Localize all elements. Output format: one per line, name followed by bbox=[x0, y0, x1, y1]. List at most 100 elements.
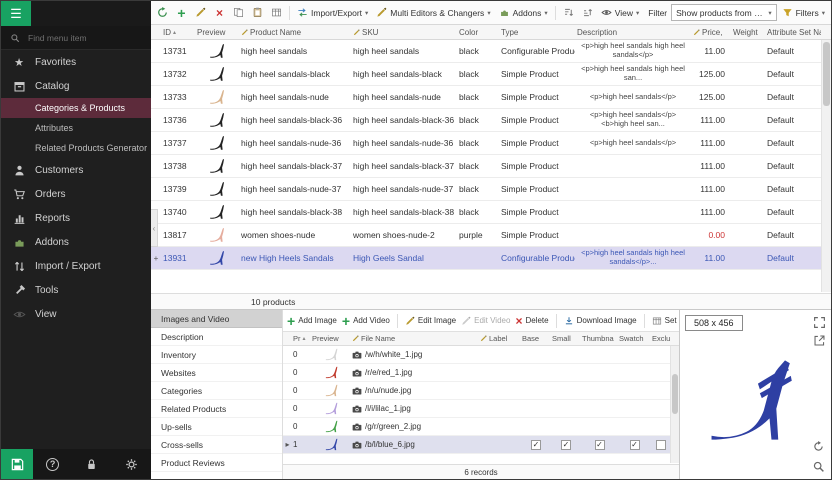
column-header-exclude[interactable]: Exclude bbox=[651, 334, 670, 343]
table-row[interactable]: 13739 high heel sandals-nude-37high heel… bbox=[151, 178, 831, 201]
table-row[interactable]: 13736 high heel sandals-black-36high hee… bbox=[151, 109, 831, 132]
column-header-label[interactable]: Label bbox=[479, 334, 521, 343]
delete-image-button[interactable]: ×Delete bbox=[515, 315, 548, 327]
sidebar-item-catalog[interactable]: Catalog bbox=[1, 74, 151, 98]
tab-related-products[interactable]: Related Products bbox=[151, 400, 282, 418]
column-header-file-name[interactable]: File Name bbox=[351, 334, 479, 343]
delete-product-button[interactable]: × bbox=[211, 4, 228, 21]
filter-select[interactable]: Show products from selected categories▾ bbox=[671, 4, 776, 21]
table-row-selected[interactable]: +13931 new High Heels SandalsHigh Geels … bbox=[151, 247, 831, 270]
add-video-button[interactable]: +Add Video bbox=[342, 314, 390, 328]
tab-inventory[interactable]: Inventory bbox=[151, 346, 282, 364]
rotate-icon[interactable] bbox=[812, 440, 825, 453]
column-header-description[interactable]: Description bbox=[575, 28, 691, 37]
sidebar-item-favorites[interactable]: ★Favorites bbox=[1, 50, 151, 74]
sidebar-item-import-export[interactable]: Import / Export bbox=[1, 254, 151, 278]
tab-product-reviews[interactable]: Product Reviews bbox=[151, 454, 282, 472]
scrollbar-thumb[interactable] bbox=[672, 374, 678, 414]
table-row[interactable]: 13732 high heel sandals-blackhigh heel s… bbox=[151, 63, 831, 86]
sidebar-item-categories-products[interactable]: Categories & Products bbox=[1, 98, 151, 118]
save-button[interactable] bbox=[1, 449, 33, 479]
row-expander[interactable]: + bbox=[151, 254, 161, 263]
download-image-button[interactable]: Download Image bbox=[564, 316, 637, 326]
column-header-type[interactable]: Type bbox=[499, 28, 575, 37]
column-header-product-name[interactable]: Product Name bbox=[239, 28, 351, 37]
sidebar-item-tools[interactable]: Tools bbox=[1, 278, 151, 302]
sidebar-item-addons[interactable]: Addons bbox=[1, 230, 151, 254]
scrollbar-thumb[interactable] bbox=[823, 42, 830, 106]
lock-icon bbox=[85, 458, 98, 471]
refresh-button[interactable] bbox=[154, 4, 171, 21]
base-checkbox[interactable]: ✓ bbox=[531, 440, 541, 450]
add-product-button[interactable]: + bbox=[173, 4, 190, 21]
copy-button[interactable] bbox=[230, 4, 247, 21]
table-row[interactable]: 13817 women shoes-nudewomen shoes-nude-2… bbox=[151, 224, 831, 247]
sort-descending-button[interactable] bbox=[579, 4, 596, 21]
tab-up-sells[interactable]: Up-sells bbox=[151, 418, 282, 436]
view-menu[interactable]: View▾ bbox=[598, 5, 643, 20]
sidebar-item-related-products-generator[interactable]: Related Products Generator bbox=[1, 138, 151, 158]
search-input[interactable] bbox=[26, 32, 142, 44]
sort-ascending-button[interactable] bbox=[560, 4, 577, 21]
column-header-id[interactable]: ID▴ bbox=[161, 28, 195, 37]
tab-websites[interactable]: Websites bbox=[151, 364, 282, 382]
tab-cross-sells[interactable]: Cross-sells bbox=[151, 436, 282, 454]
column-header-weight[interactable]: Weight bbox=[731, 28, 765, 37]
open-external-icon[interactable] bbox=[813, 334, 826, 347]
add-image-button[interactable]: +Add Image bbox=[287, 314, 337, 328]
product-thumbnail bbox=[195, 203, 239, 221]
edit-image-button[interactable]: Edit Image bbox=[405, 316, 456, 326]
column-header-position[interactable]: Pr▴ bbox=[292, 334, 311, 343]
image-row[interactable]: 0 /g/r/green_2.jpg bbox=[283, 418, 679, 436]
set-resize-rule-button[interactable]: Set Resize Rule▾ bbox=[652, 316, 679, 326]
tab-images-and-video[interactable]: Images and Video bbox=[151, 310, 282, 328]
column-header-small[interactable]: Small bbox=[551, 334, 581, 343]
image-row-selected[interactable]: ▸1 /b/l/blue_6.jpg ✓ ✓ ✓ ✓ bbox=[283, 436, 679, 454]
paste-button[interactable] bbox=[249, 4, 266, 21]
sidebar-item-view[interactable]: View bbox=[1, 302, 151, 326]
column-header-color[interactable]: Color bbox=[457, 28, 499, 37]
table-row[interactable]: 13737 high heel sandals-nude-36high heel… bbox=[151, 132, 831, 155]
images-vertical-scrollbar[interactable] bbox=[670, 346, 679, 463]
menu-toggle-button[interactable]: ☰ bbox=[1, 1, 31, 26]
image-row[interactable]: 0 /n/u/nude.jpg bbox=[283, 382, 679, 400]
sidebar-item-attributes[interactable]: Attributes bbox=[1, 118, 151, 138]
image-row[interactable]: 0 /l/i/lilac_1.jpg bbox=[283, 400, 679, 418]
column-header-price[interactable]: Price, bbox=[691, 28, 731, 37]
addons-menu[interactable]: Addons▾ bbox=[496, 5, 551, 20]
small-checkbox[interactable]: ✓ bbox=[561, 440, 571, 450]
table-row[interactable]: 13738 high heel sandals-black-37high hee… bbox=[151, 155, 831, 178]
fullscreen-icon[interactable] bbox=[813, 316, 826, 329]
settings-button[interactable] bbox=[112, 458, 151, 471]
sidebar-item-orders[interactable]: Orders bbox=[1, 182, 151, 206]
swatch-checkbox[interactable]: ✓ bbox=[630, 440, 640, 450]
column-header-swatch[interactable]: Swatch bbox=[618, 334, 651, 343]
edit-product-button[interactable] bbox=[192, 4, 209, 21]
import-export-menu[interactable]: Import/Export▾ bbox=[294, 5, 371, 20]
table-row[interactable]: 13733 high heel sandals-nudehigh heel sa… bbox=[151, 86, 831, 109]
multi-editors-menu[interactable]: Multi Editors & Changers▾ bbox=[373, 5, 493, 20]
sidebar-item-reports[interactable]: Reports bbox=[1, 206, 151, 230]
tab-description[interactable]: Description bbox=[151, 328, 282, 346]
filters-menu[interactable]: Filters▾ bbox=[779, 5, 828, 20]
sidebar-collapse-handle[interactable]: ‹ bbox=[151, 209, 158, 247]
column-header-sku[interactable]: SKU bbox=[351, 28, 457, 37]
grid-vertical-scrollbar[interactable] bbox=[821, 40, 831, 292]
sidebar-item-customers[interactable]: Customers bbox=[1, 158, 151, 182]
zoom-icon[interactable] bbox=[812, 460, 825, 473]
table-row[interactable]: 13740 high heel sandals-black-38high hee… bbox=[151, 201, 831, 224]
table-row[interactable]: 13731 high heel sandalshigh heel sandals… bbox=[151, 40, 831, 63]
columns-button[interactable] bbox=[268, 4, 285, 21]
tab-categories[interactable]: Categories bbox=[151, 382, 282, 400]
thumbnail-checkbox[interactable]: ✓ bbox=[595, 440, 605, 450]
column-header-attribute-set[interactable]: Attribute Set Name bbox=[765, 28, 821, 37]
exclude-checkbox[interactable] bbox=[656, 440, 666, 450]
help-button[interactable]: ? bbox=[33, 458, 72, 471]
column-header-preview[interactable]: Preview bbox=[195, 28, 239, 37]
column-header-image-preview[interactable]: Preview bbox=[311, 334, 351, 343]
image-row[interactable]: 0 /r/e/red_1.jpg bbox=[283, 364, 679, 382]
column-header-thumbnail[interactable]: Thumbna bbox=[581, 334, 618, 343]
image-row[interactable]: 0 /w/h/white_1.jpg bbox=[283, 346, 679, 364]
column-header-base[interactable]: Base bbox=[521, 334, 551, 343]
lock-button[interactable] bbox=[72, 458, 111, 471]
